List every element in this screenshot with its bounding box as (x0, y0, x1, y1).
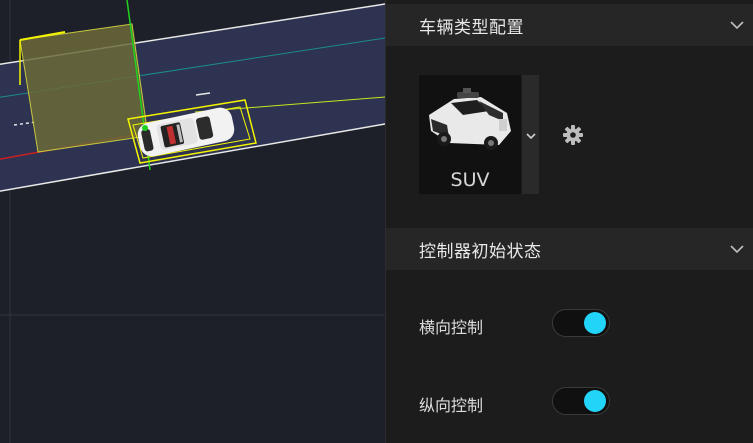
suv-image (429, 88, 511, 150)
longitudinal-control-toggle[interactable] (552, 387, 610, 415)
vehicle-select-dropdown[interactable] (522, 75, 539, 194)
trigger-area[interactable] (19, 23, 149, 153)
lateral-control-label: 横向控制 (419, 318, 484, 337)
controller-state-header[interactable]: 控制器初始状态 (386, 228, 753, 270)
vehicle-name: SUV (450, 169, 490, 191)
vehicle-model-card[interactable]: SUV (419, 75, 521, 194)
chevron-down-icon (525, 125, 536, 144)
vehicle-type-header[interactable]: 车辆类型配置 (386, 4, 753, 46)
chevron-down-icon[interactable] (728, 16, 746, 34)
lateral-control-toggle[interactable] (552, 309, 610, 337)
scene-canvas (0, 0, 385, 443)
config-panel: 车辆类型配置 SUV 控制器初始状态 横向控制 纵向控制 (385, 0, 753, 443)
vehicle-type-title: 车辆类型配置 (419, 17, 524, 38)
vehicle-settings-button[interactable] (562, 124, 584, 146)
controller-state-title: 控制器初始状态 (419, 241, 542, 262)
origin-marker (142, 125, 148, 131)
scene-viewport[interactable] (0, 0, 385, 443)
toggle-knob (584, 312, 606, 334)
longitudinal-control-label: 纵向控制 (419, 396, 484, 415)
longitudinal-control-row: 纵向控制 (419, 386, 639, 418)
toggle-knob (584, 390, 606, 412)
lateral-control-row: 横向控制 (419, 308, 639, 340)
gear-icon (562, 125, 584, 150)
chevron-down-icon[interactable] (728, 240, 746, 258)
